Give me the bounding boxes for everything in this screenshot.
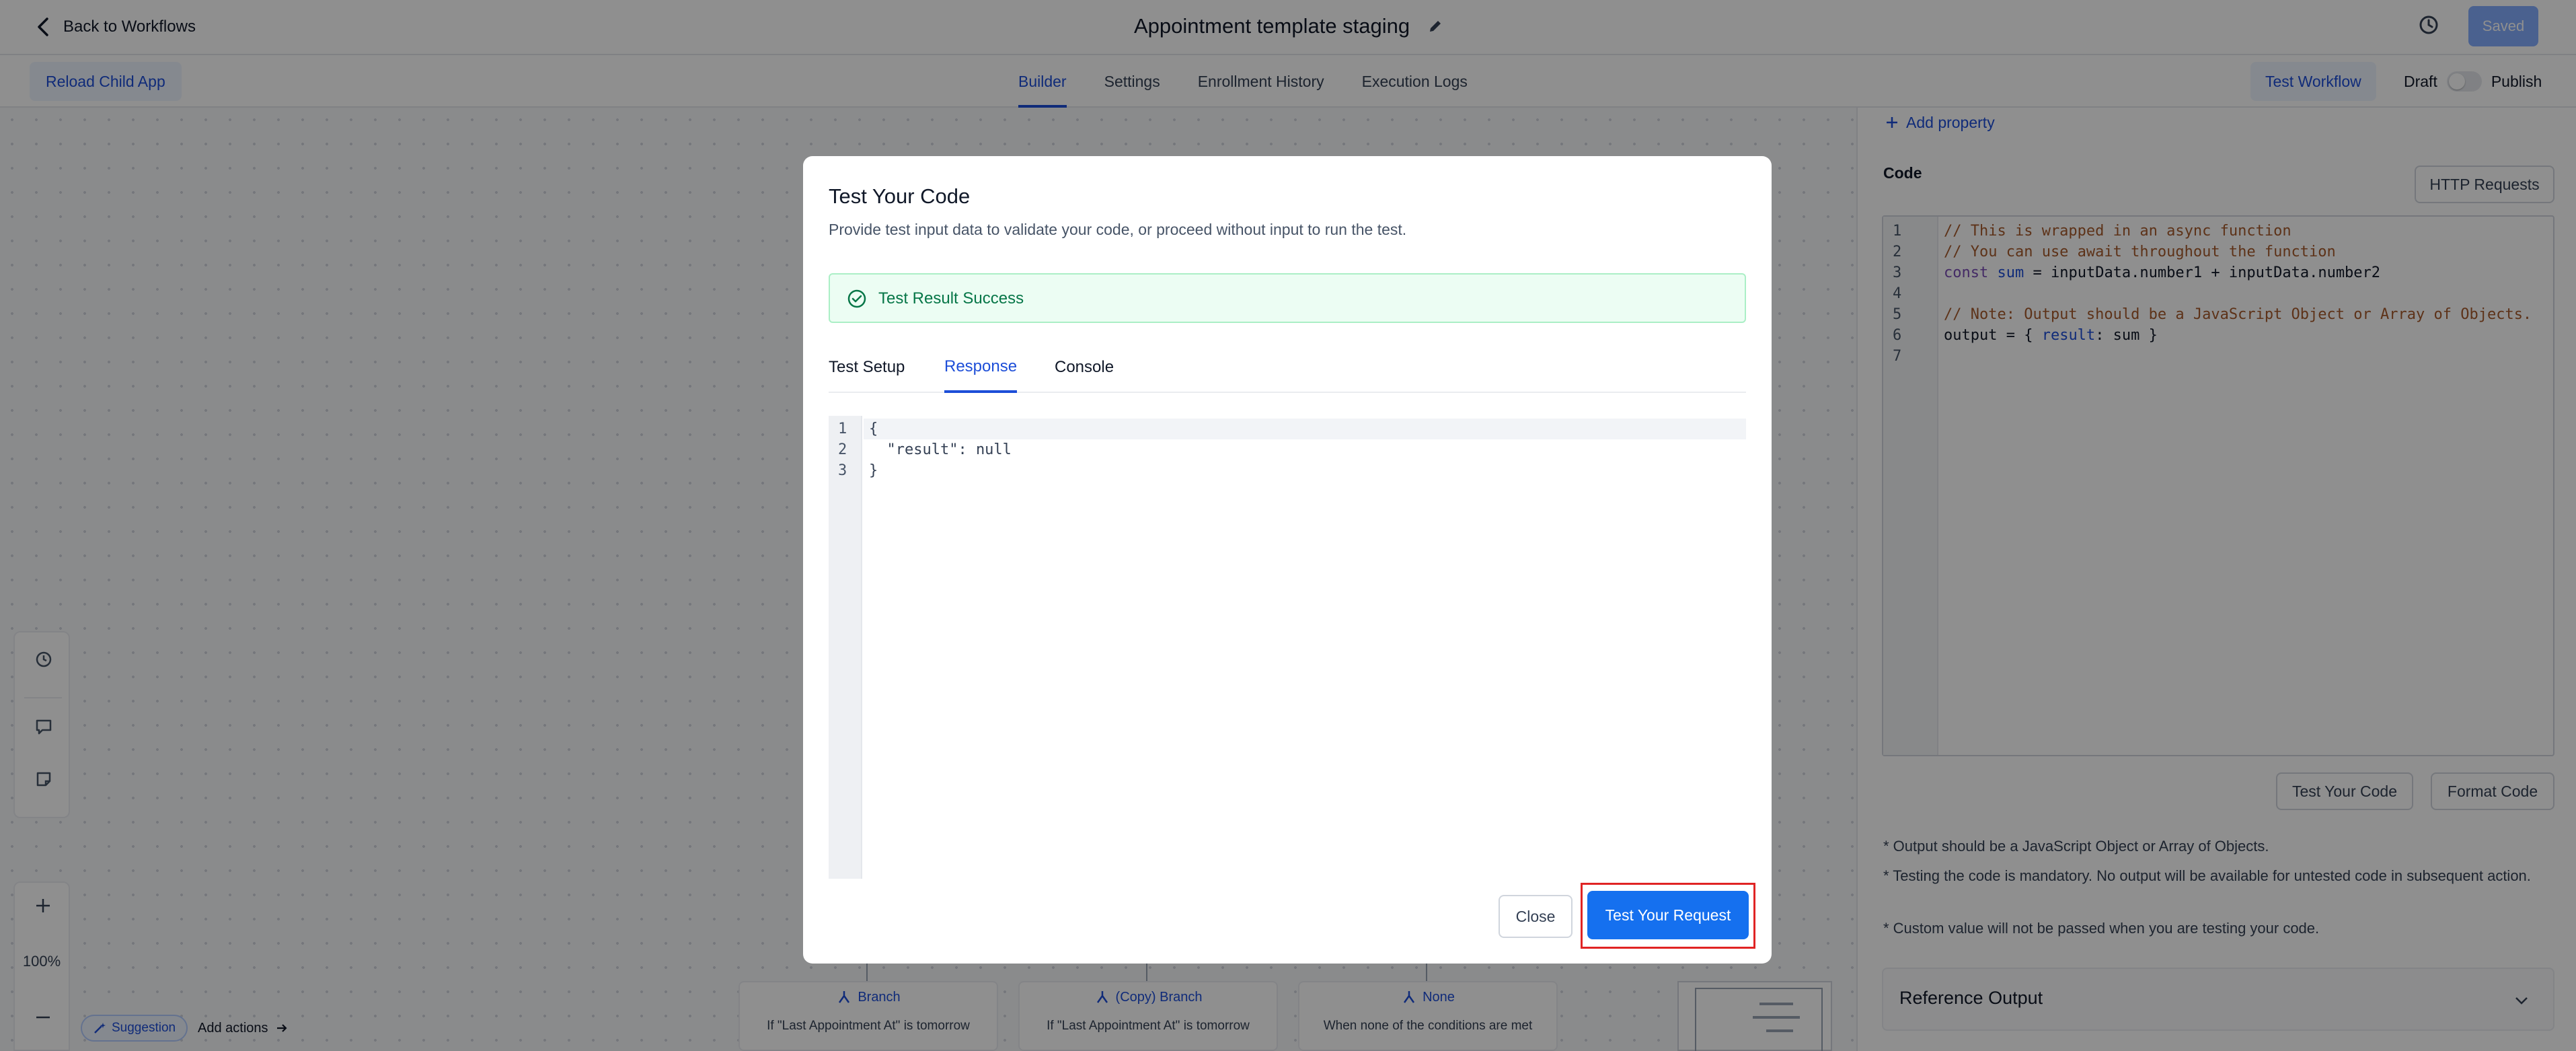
close-button[interactable]: Close: [1499, 895, 1573, 938]
test-success-banner: Test Result Success: [829, 273, 1746, 323]
modal-title: Test Your Code: [829, 184, 971, 208]
modal-tabs: Test Setup Response Console: [829, 343, 1746, 393]
test-your-request-button[interactable]: Test Your Request: [1587, 891, 1749, 939]
response-viewer[interactable]: 1{ 2 "result": null 3}: [829, 416, 1746, 879]
test-code-modal: Test Your Code Provide test input data t…: [803, 156, 1772, 964]
check-circle-icon: [847, 289, 866, 308]
line-gutter: [829, 416, 862, 879]
tab-response[interactable]: Response: [944, 343, 1018, 393]
success-message: Test Result Success: [878, 289, 1024, 307]
tab-console[interactable]: Console: [1055, 343, 1114, 392]
modal-description: Provide test input data to validate your…: [829, 221, 1407, 238]
active-line-highlight: [864, 419, 1746, 439]
tab-test-setup[interactable]: Test Setup: [829, 343, 905, 392]
